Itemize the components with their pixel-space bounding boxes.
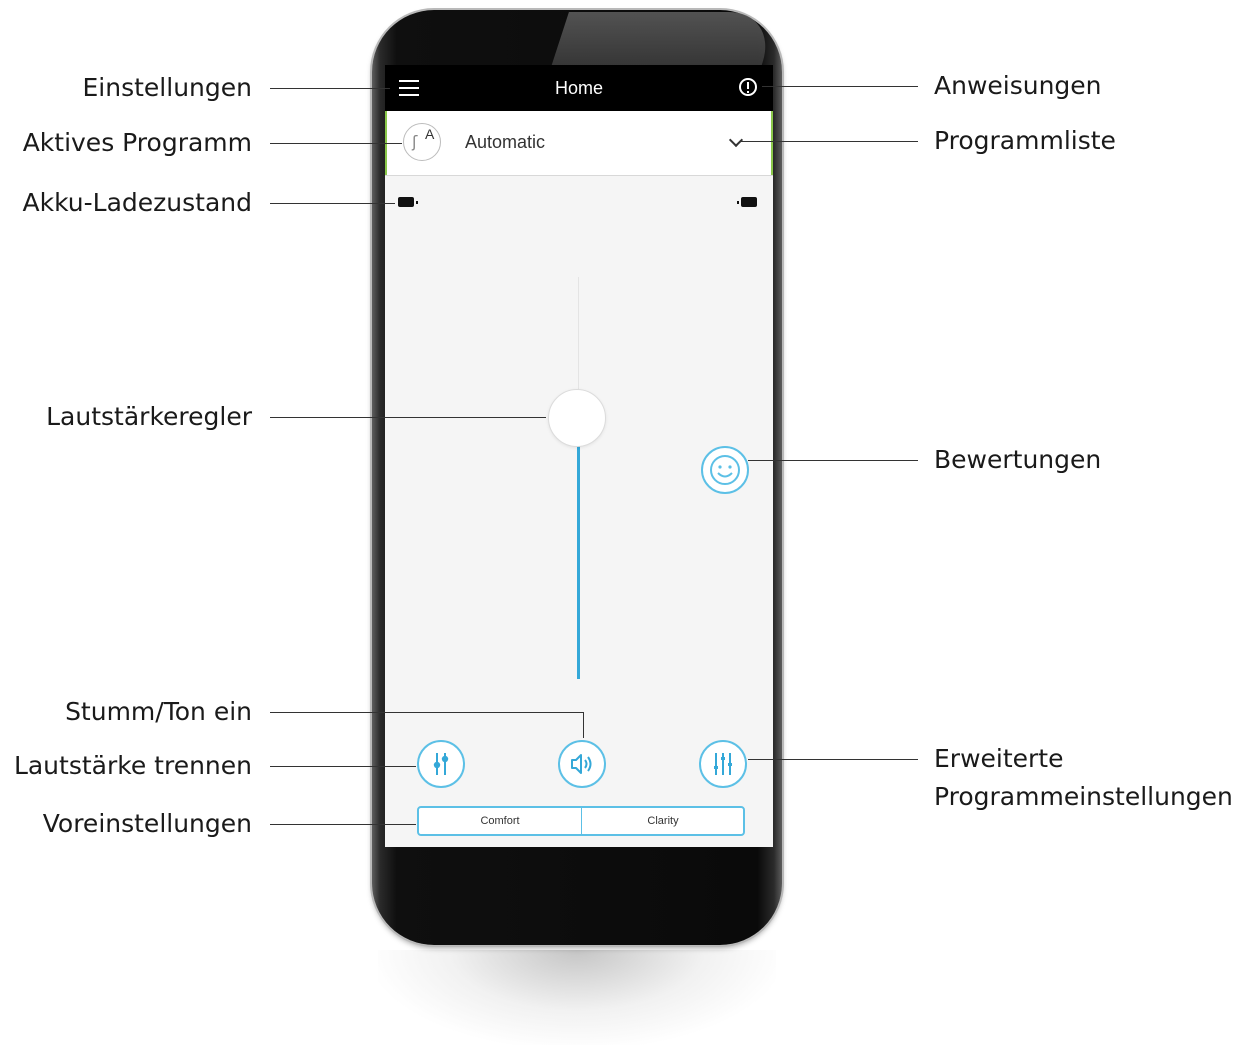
callout-line-program-list [741,141,918,142]
callout-line-volume-slider [270,417,546,418]
callout-battery: Akku-Ladezustand [22,188,252,217]
callout-settings: Einstellungen [82,73,252,102]
callout-volume-slider: Lautstärkeregler [46,402,252,431]
battery-right-icon [737,197,757,207]
split-volume-icon [433,753,449,775]
callout-active-program: Aktives Programm [22,128,252,157]
phone-glare [551,12,779,67]
program-icon-letter: A [425,126,435,142]
callout-advanced-line1: Erweiterte [934,744,1064,773]
callout-mute: Stumm/Ton ein [65,697,252,726]
callout-line-presets [270,824,416,825]
chevron-down-icon[interactable] [728,132,744,148]
volume-slider-knob[interactable] [548,389,606,447]
program-name: Automatic [465,132,546,152]
mute-button[interactable] [558,740,606,788]
callout-program-list: Programmliste [934,126,1116,155]
callout-split-volume: Lautstärke trennen [13,751,252,780]
callout-line-instructions [762,86,918,87]
volume-slider-fill[interactable] [577,443,580,679]
presets-segmented-control: Comfort Clarity [417,806,745,836]
callout-line-advanced [748,759,918,760]
program-accent-right [771,111,773,175]
info-icon[interactable] [739,78,757,96]
callout-instructions: Anweisungen [934,71,1102,100]
equalizer-icon [714,753,732,775]
callout-line-mute [270,712,584,713]
smiley-icon [710,455,740,485]
phone-reflection [378,950,776,1045]
program-selector[interactable]: ʃ A Automatic [385,111,773,176]
advanced-settings-button[interactable] [699,740,747,788]
preset-clarity[interactable]: Clarity [582,808,744,834]
page-title: Home [554,78,603,98]
callout-presets: Voreinstellungen [42,809,252,838]
app-screen: Home ʃ A Automatic Comfort Clarity [385,65,773,847]
rating-button[interactable] [701,446,749,494]
callout-line-split-volume [270,766,416,767]
callout-line-active-program [270,143,402,144]
preset-comfort[interactable]: Comfort [419,808,582,834]
callout-line-settings [270,88,390,89]
callout-line-battery [270,203,395,204]
battery-left-icon [398,197,418,207]
callout-line-mute-vertical [583,712,584,738]
program-icon: ʃ A [403,123,441,161]
callout-ratings: Bewertungen [934,445,1102,474]
split-volume-button[interactable] [417,740,465,788]
callout-line-ratings [748,460,918,461]
title-bar: Home [385,65,773,111]
callout-advanced-line2: Programmeinstellungen [934,782,1233,811]
speaker-icon [571,754,592,774]
ear-icon: ʃ [412,132,418,151]
